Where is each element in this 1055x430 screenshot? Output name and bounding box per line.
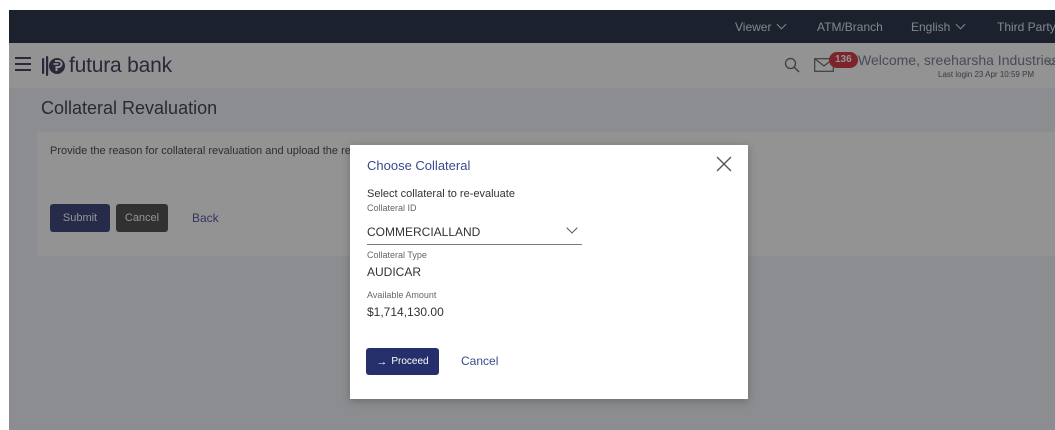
proceed-button[interactable]: → Proceed: [366, 348, 439, 375]
modal-subtitle: Select collateral to re-evaluate: [367, 188, 515, 200]
collateral-id-select[interactable]: COMMERCIALLAND: [367, 221, 582, 245]
collateral-type-label: Collateral Type: [367, 250, 427, 260]
choose-collateral-modal: Choose Collateral Select collateral to r…: [350, 145, 748, 399]
app-frame: Viewer ATM/Branch English Third Party: [0, 0, 1055, 430]
close-icon[interactable]: [716, 156, 732, 172]
collateral-id-value: COMMERCIALLAND: [367, 225, 481, 239]
modal-cancel-link[interactable]: Cancel: [461, 354, 498, 368]
available-amount-label: Available Amount: [367, 290, 437, 300]
collateral-id-label: Collateral ID: [367, 203, 417, 213]
modal-title: Choose Collateral: [367, 158, 471, 173]
chevron-down-icon: [566, 222, 578, 234]
arrow-right-icon: →: [376, 355, 388, 368]
proceed-label: Proceed: [391, 356, 429, 367]
available-amount-value: $1,714,130.00: [367, 305, 444, 319]
collateral-type-value: AUDICAR: [367, 265, 422, 279]
